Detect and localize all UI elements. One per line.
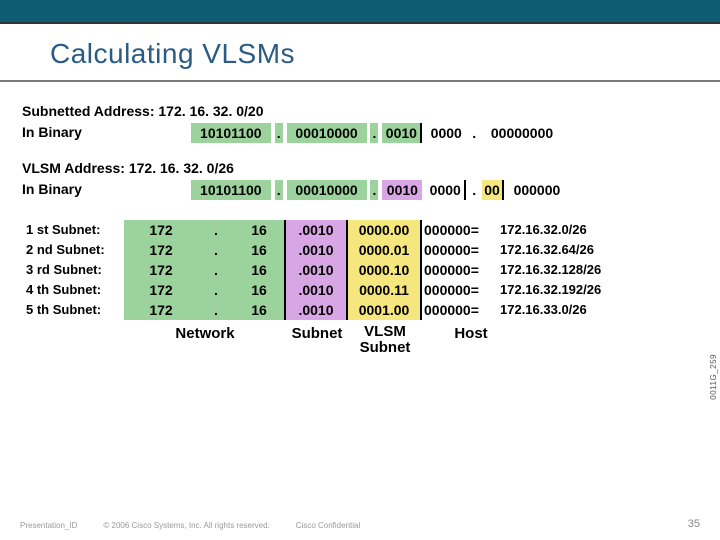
cell-result: 172.16.32.192/26 [500,280,700,300]
vlsm-block: VLSM Address: 172. 16. 32. 0/26 In Binar… [22,159,698,202]
slide-side-id: 0011G_259 [709,354,718,400]
vlsm-label: VLSM Address: [22,159,125,178]
row-label: 5 th Subnet: [24,300,124,320]
cell-oct2: 16 [234,240,286,260]
header-vlsm-l2: Subnet [348,340,422,357]
cell-result: 172.16.32.128/26 [500,260,700,280]
cell-oct1: 172 [124,280,198,300]
bin-dot: . [370,180,378,200]
title-area: Calculating VLSMs [0,24,720,82]
vlsm-binary-line: In Binary 10101100 . 00010000 . 0010 000… [22,180,698,202]
cell-host: 000000= [422,260,500,280]
cell-oct1: 172 [124,220,198,240]
content-area: Subnetted Address: 172. 16. 32. 0/20 In … [0,82,720,357]
subnetted-value: 172. 16. 32. 0/20 [158,103,263,119]
header-network: Network [124,324,286,357]
footer-confidential: Cisco Confidential [296,521,360,530]
row-label: 1 st Subnet: [24,220,124,240]
cell-host: 000000= [422,280,500,300]
bin-dot: . [275,180,283,200]
subnet-table: 1 st Subnet:172.16.00100000.00000000=172… [24,220,700,357]
table-row: 1 st Subnet:172.16.00100000.00000000=172… [24,220,700,240]
table-row: 2 nd Subnet:172.16.00100000.01000000=172… [24,240,700,260]
cell-subnet: .0010 [286,220,348,240]
bin-lo4: 0000 [426,123,466,143]
bin-oct1: 10101100 [191,123,271,143]
table-row: 5 th Subnet:172.16.00100001.00000000=172… [24,300,700,320]
bin-dot: . [275,123,283,143]
cell-subnet: .0010 [286,240,348,260]
bin-subnet-hi4: 0010 [382,180,422,200]
footer-pres-id: Presentation_ID [20,521,77,530]
bin-dot: . [470,180,478,200]
row-label: 4 th Subnet: [24,280,124,300]
header-vlsm: VLSM Subnet [348,324,422,357]
header-vlsm-l1: VLSM [348,324,422,341]
subnetted-binary-line: In Binary 10101100 . 00010000 . 0010 000… [22,123,698,145]
vlsm-value: 172. 16. 32. 0/26 [129,160,234,176]
cell-host: 000000= [422,300,500,320]
cell-oct1: 172 [124,240,198,260]
cell-oct2: 16 [234,260,286,280]
cell-host: 000000= [422,240,500,260]
bin-vlsm2: 00 [482,180,504,200]
row-label: 2 nd Subnet: [24,240,124,260]
header-host: Host [422,324,500,357]
cell-dot: . [198,260,234,280]
vlsm-address-line: VLSM Address: 172. 16. 32. 0/26 [22,159,698,178]
cell-vlsm: 0001.00 [348,300,422,320]
bin-hi4: 0010 [382,123,422,143]
cell-dot: . [198,300,234,320]
bin-dot: . [370,123,378,143]
cell-vlsm: 0000.00 [348,220,422,240]
slide-title: Calculating VLSMs [50,38,670,70]
top-bar [0,0,720,24]
vlsm-binary-label: In Binary [22,180,82,199]
cell-subnet: .0010 [286,280,348,300]
subnetted-block: Subnetted Address: 172. 16. 32. 0/20 In … [22,102,698,145]
bin-oct2: 00010000 [287,123,367,143]
cell-subnet: .0010 [286,300,348,320]
bin-host6: 000000 [508,180,566,200]
cell-dot: . [198,240,234,260]
header-subnet: Subnet [286,324,348,357]
table-row: 3 rd Subnet:172.16.00100000.10000000=172… [24,260,700,280]
table-row: 4 th Subnet:172.16.00100000.11000000=172… [24,280,700,300]
cell-vlsm: 0000.01 [348,240,422,260]
subnetted-binary-box: 10101100 . 00010000 . 0010 0000 . 000000… [191,123,562,145]
subnetted-address-line: Subnetted Address: 172. 16. 32. 0/20 [22,102,698,121]
cell-dot: . [198,280,234,300]
bin-oct4: 00000000 [482,123,562,143]
cell-oct2: 16 [234,300,286,320]
row-label: 3 rd Subnet: [24,260,124,280]
cell-dot: . [198,220,234,240]
cell-host: 000000= [422,220,500,240]
vlsm-binary-box: 10101100 . 00010000 . 0010 0000 . 00 000… [191,180,566,202]
cell-subnet: .0010 [286,260,348,280]
footer: Presentation_ID © 2006 Cisco Systems, In… [20,521,700,530]
bin-oct2: 00010000 [287,180,367,200]
cell-oct2: 16 [234,280,286,300]
bin-dot: . [470,123,478,143]
subnetted-label: Subnetted Address: [22,102,155,121]
subnetted-binary-label: In Binary [22,123,82,142]
cell-result: 172.16.32.64/26 [500,240,700,260]
cell-oct2: 16 [234,220,286,240]
cell-vlsm: 0000.11 [348,280,422,300]
bin-lo4: 0000 [426,180,466,200]
footer-copyright: © 2006 Cisco Systems, Inc. All rights re… [103,521,269,530]
bin-oct1: 10101100 [191,180,271,200]
page-number: 35 [688,518,700,530]
cell-result: 172.16.32.0/26 [500,220,700,240]
cell-oct1: 172 [124,300,198,320]
cell-result: 172.16.33.0/26 [500,300,700,320]
cell-vlsm: 0000.10 [348,260,422,280]
cell-oct1: 172 [124,260,198,280]
column-headers: Network Subnet VLSM Subnet Host [24,324,700,357]
